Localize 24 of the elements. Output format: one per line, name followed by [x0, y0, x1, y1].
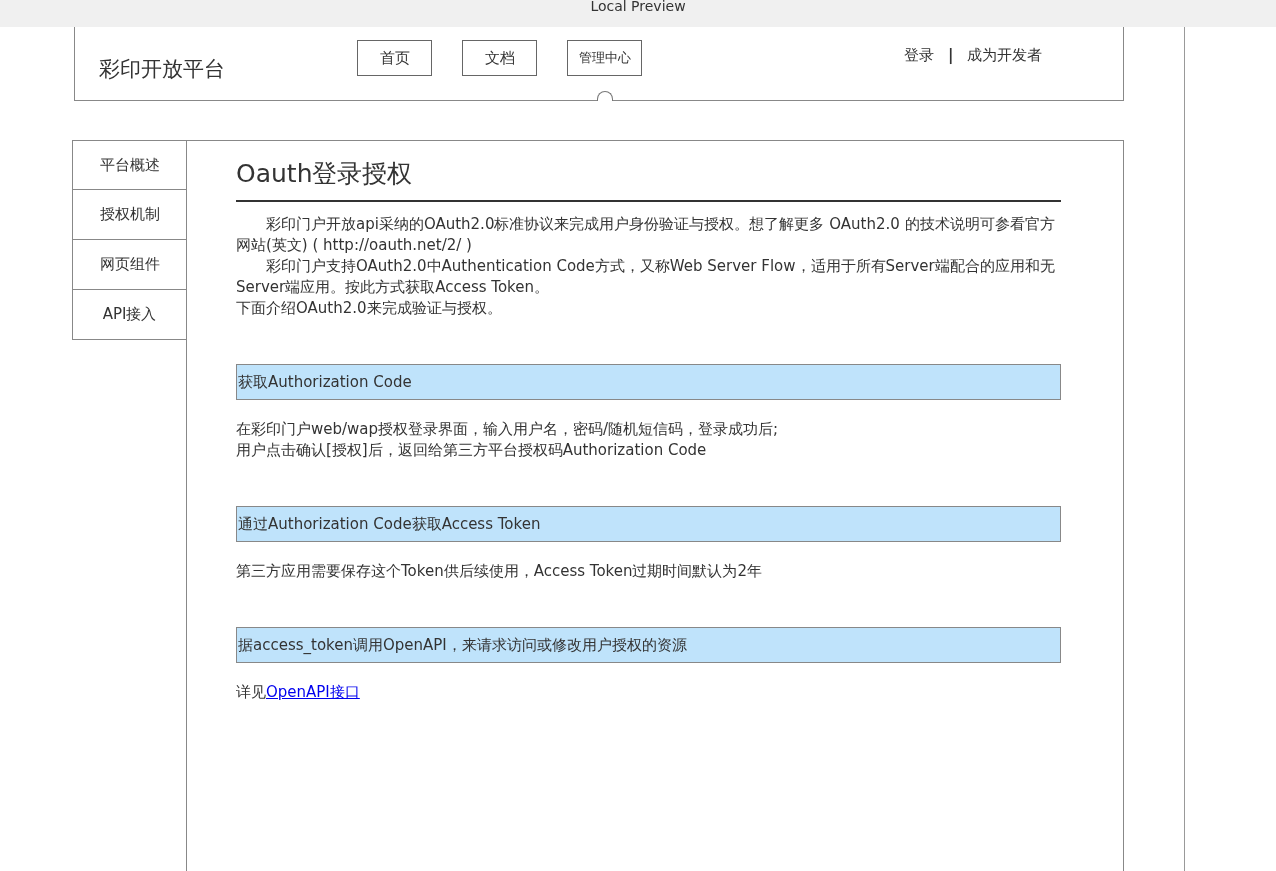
openapi-link[interactable]: OpenAPI接口: [266, 683, 360, 701]
nav-button[interactable]: 首页: [357, 40, 432, 76]
site-logo: 彩印开放平台: [99, 56, 226, 83]
page-title: Oauth登录授权: [236, 157, 1061, 202]
section-heading: 获取Authorization Code: [236, 364, 1061, 400]
sidebar-item[interactable]: 授权机制: [72, 190, 186, 240]
sidebar-item[interactable]: 网页组件: [72, 240, 186, 290]
sidebar-item[interactable]: API接入: [72, 290, 186, 340]
intro-paragraph: 彩印门户支持OAuth2.0中Authentication Code方式，又称Web Server Flow，适用于所有Server端配合的应用和无Server端应用。按此方式获取Access Token。: [236, 256, 1056, 298]
section-text: 用户点击确认[授权]后，返回给第三方平台授权码Authorization Code: [236, 440, 708, 461]
sidebar-item[interactable]: 平台概述: [72, 140, 186, 190]
section-text: 第三方应用需要保存这个Token供后续使用，Access Token过期时间默认为2年: [236, 561, 764, 582]
login-link[interactable]: 登录: [904, 46, 934, 65]
separator: |: [948, 46, 954, 65]
section-heading: 通过Authorization Code获取Access Token: [236, 506, 1061, 542]
section-heading: 据access_token调用OpenAPI，来请求访问或修改用户授权的资源: [236, 627, 1061, 663]
register-link[interactable]: 成为开发者: [967, 46, 1043, 65]
intro-paragraph: 彩印门户开放api采纳的OAuth2.0标准协议来完成用户身份验证与授权。想了解更多 OAuth2.0 的技术说明可参看官方网站(英文) ( http://oauth.net/2/ ): [236, 214, 1056, 256]
intro-paragraph: 下面介绍OAuth2.0来完成验证与授权。: [236, 298, 503, 319]
window-title: Local Preview: [590, 0, 686, 12]
nav-button[interactable]: 文档: [462, 40, 537, 76]
nav-button[interactable]: 管理中心: [567, 40, 642, 76]
see-also-text: 详见OpenAPI接口: [236, 682, 361, 703]
section-text: 在彩印门户web/wap授权登录界面，输入用户名，密码/随机短信码，登录成功后;: [236, 419, 780, 440]
